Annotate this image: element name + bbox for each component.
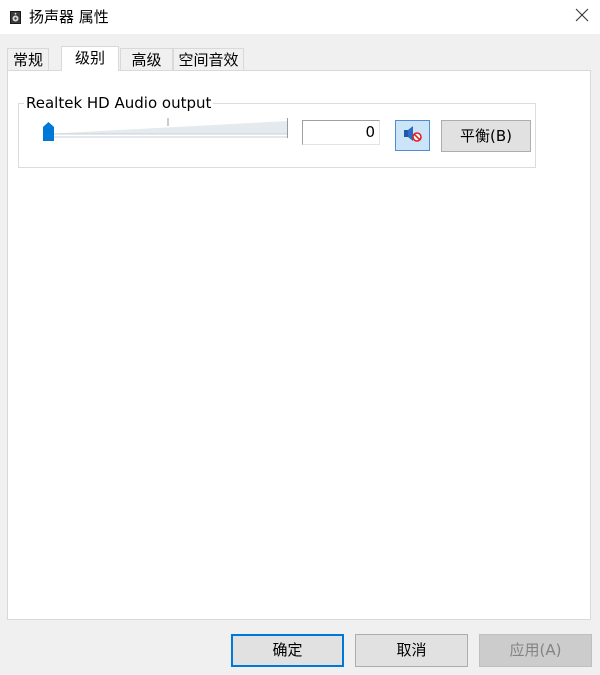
cancel-button[interactable]: 取消 bbox=[355, 634, 468, 667]
window-title: 扬声器 属性 bbox=[29, 8, 109, 26]
volume-slider[interactable] bbox=[44, 118, 288, 140]
balance-button[interactable]: 平衡(B) bbox=[441, 120, 531, 152]
levels-panel: Realtek HD Audio output bbox=[7, 70, 591, 620]
tab-levels[interactable]: 级别 bbox=[61, 46, 119, 71]
speaker-muted-icon bbox=[403, 125, 423, 147]
device-group-label: Realtek HD Audio output bbox=[24, 94, 214, 112]
speaker-device-icon bbox=[10, 11, 21, 24]
mute-button[interactable] bbox=[395, 120, 430, 151]
close-button[interactable] bbox=[566, 2, 598, 32]
volume-value-field[interactable]: 0 bbox=[302, 120, 380, 145]
close-icon bbox=[575, 8, 589, 26]
title-bar: 扬声器 属性 bbox=[0, 0, 600, 34]
tab-advanced[interactable]: 高级 bbox=[120, 48, 173, 70]
volume-slider-thumb[interactable] bbox=[43, 122, 54, 141]
ok-button[interactable]: 确定 bbox=[231, 634, 344, 667]
tab-general[interactable]: 常规 bbox=[7, 48, 49, 70]
tab-spatial-sound[interactable]: 空间音效 bbox=[173, 48, 244, 70]
apply-button[interactable]: 应用(A) bbox=[479, 634, 592, 667]
